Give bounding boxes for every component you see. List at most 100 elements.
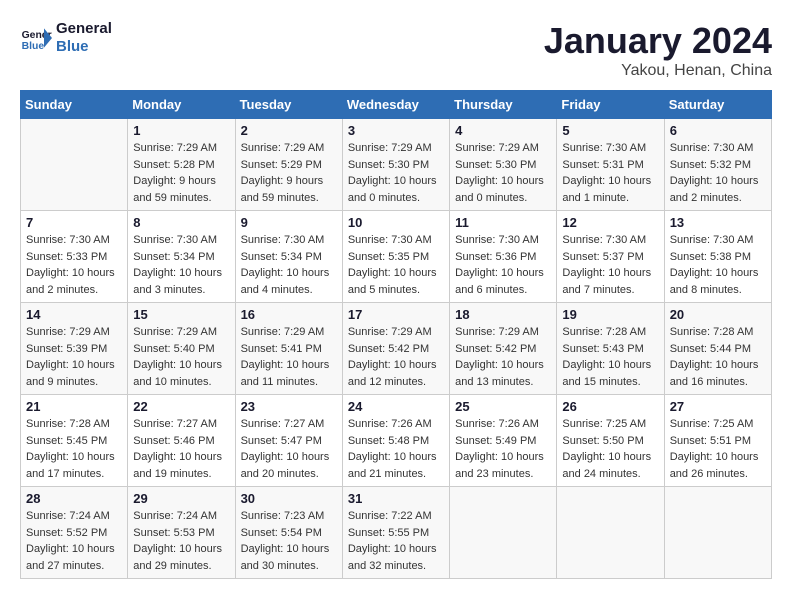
day-info: Sunrise: 7:23 AM Sunset: 5:54 PM Dayligh… <box>241 508 337 574</box>
day-info: Sunrise: 7:30 AM Sunset: 5:34 PM Dayligh… <box>241 232 337 298</box>
calendar-cell: 6 Sunrise: 7:30 AM Sunset: 5:32 PM Daylig… <box>664 119 771 211</box>
logo-text-blue: Blue <box>56 38 112 56</box>
subtitle: Yakou, Henan, China <box>544 62 772 80</box>
day-info: Sunrise: 7:29 AM Sunset: 5:30 PM Dayligh… <box>455 140 551 206</box>
day-info: Sunrise: 7:29 AM Sunset: 5:29 PM Dayligh… <box>241 140 337 206</box>
day-number: 4 <box>455 123 551 138</box>
calendar-cell <box>557 487 664 579</box>
day-info: Sunrise: 7:29 AM Sunset: 5:40 PM Dayligh… <box>133 324 229 390</box>
day-number: 16 <box>241 307 337 322</box>
calendar-cell: 12 Sunrise: 7:30 AM Sunset: 5:37 PM Dayli… <box>557 211 664 303</box>
calendar-cell: 17Sunrise: 7:29 AM Sunset: 5:42 PM Dayli… <box>342 303 449 395</box>
week-row-1: 1 Sunrise: 7:29 AM Sunset: 5:28 PM Daylig… <box>21 119 772 211</box>
day-info: Sunrise: 7:24 AM Sunset: 5:53 PM Dayligh… <box>133 508 229 574</box>
day-number: 22 <box>133 399 229 414</box>
day-number: 8 <box>133 215 229 230</box>
day-info: Sunrise: 7:30 AM Sunset: 5:33 PM Dayligh… <box>26 232 122 298</box>
day-number: 28 <box>26 491 122 506</box>
day-number: 20 <box>670 307 766 322</box>
week-row-2: 7 Sunrise: 7:30 AM Sunset: 5:33 PM Daylig… <box>21 211 772 303</box>
day-info: Sunrise: 7:27 AM Sunset: 5:46 PM Dayligh… <box>133 416 229 482</box>
day-number: 24 <box>348 399 444 414</box>
day-info: Sunrise: 7:30 AM Sunset: 5:37 PM Dayligh… <box>562 232 658 298</box>
day-info: Sunrise: 7:30 AM Sunset: 5:38 PM Dayligh… <box>670 232 766 298</box>
day-info: Sunrise: 7:25 AM Sunset: 5:50 PM Dayligh… <box>562 416 658 482</box>
week-row-3: 14 Sunrise: 7:29 AM Sunset: 5:39 PM Dayli… <box>21 303 772 395</box>
day-number: 9 <box>241 215 337 230</box>
day-number: 11 <box>455 215 551 230</box>
day-info: Sunrise: 7:25 AM Sunset: 5:51 PM Dayligh… <box>670 416 766 482</box>
logo-text-general: General <box>56 20 112 38</box>
day-info: Sunrise: 7:30 AM Sunset: 5:34 PM Dayligh… <box>133 232 229 298</box>
day-info: Sunrise: 7:30 AM Sunset: 5:31 PM Dayligh… <box>562 140 658 206</box>
title-block: January 2024 Yakou, Henan, China <box>544 20 772 80</box>
logo: General Blue General Blue <box>20 20 112 56</box>
day-info: Sunrise: 7:30 AM Sunset: 5:32 PM Dayligh… <box>670 140 766 206</box>
calendar-cell: 7 Sunrise: 7:30 AM Sunset: 5:33 PM Daylig… <box>21 211 128 303</box>
day-info: Sunrise: 7:29 AM Sunset: 5:41 PM Dayligh… <box>241 324 337 390</box>
calendar-cell: 24 Sunrise: 7:26 AM Sunset: 5:48 PM Dayli… <box>342 395 449 487</box>
day-info: Sunrise: 7:26 AM Sunset: 5:48 PM Dayligh… <box>348 416 444 482</box>
day-number: 6 <box>670 123 766 138</box>
calendar-cell: 1 Sunrise: 7:29 AM Sunset: 5:28 PM Daylig… <box>128 119 235 211</box>
day-number: 1 <box>133 123 229 138</box>
svg-text:Blue: Blue <box>22 41 45 52</box>
calendar-cell: 10 Sunrise: 7:30 AM Sunset: 5:35 PM Dayli… <box>342 211 449 303</box>
calendar-cell <box>664 487 771 579</box>
day-info: Sunrise: 7:29 AM Sunset: 5:30 PM Dayligh… <box>348 140 444 206</box>
header-thursday: Thursday <box>450 91 557 119</box>
day-info: Sunrise: 7:27 AM Sunset: 5:47 PM Dayligh… <box>241 416 337 482</box>
calendar-cell: 31 Sunrise: 7:22 AM Sunset: 5:55 PM Dayli… <box>342 487 449 579</box>
calendar-cell: 15 Sunrise: 7:29 AM Sunset: 5:40 PM Dayli… <box>128 303 235 395</box>
header-tuesday: Tuesday <box>235 91 342 119</box>
day-number: 3 <box>348 123 444 138</box>
day-number: 21 <box>26 399 122 414</box>
day-number: 15 <box>133 307 229 322</box>
day-number: 30 <box>241 491 337 506</box>
calendar-cell: 14 Sunrise: 7:29 AM Sunset: 5:39 PM Dayli… <box>21 303 128 395</box>
calendar-cell: 16 Sunrise: 7:29 AM Sunset: 5:41 PM Dayli… <box>235 303 342 395</box>
day-info: Sunrise: 7:28 AM Sunset: 5:44 PM Dayligh… <box>670 324 766 390</box>
calendar-cell: 18Sunrise: 7:29 AM Sunset: 5:42 PM Dayli… <box>450 303 557 395</box>
calendar-cell: 11Sunrise: 7:30 AM Sunset: 5:36 PM Dayli… <box>450 211 557 303</box>
day-info: Sunrise: 7:30 AM Sunset: 5:35 PM Dayligh… <box>348 232 444 298</box>
day-number: 12 <box>562 215 658 230</box>
logo-icon: General Blue <box>20 22 52 54</box>
page-header: General Blue General Blue January 2024 Y… <box>20 20 772 80</box>
header-wednesday: Wednesday <box>342 91 449 119</box>
calendar-cell: 25Sunrise: 7:26 AM Sunset: 5:49 PM Dayli… <box>450 395 557 487</box>
day-info: Sunrise: 7:26 AM Sunset: 5:49 PM Dayligh… <box>455 416 551 482</box>
calendar-cell: 23Sunrise: 7:27 AM Sunset: 5:47 PM Dayli… <box>235 395 342 487</box>
day-number: 13 <box>670 215 766 230</box>
day-number: 10 <box>348 215 444 230</box>
calendar-cell: 2 Sunrise: 7:29 AM Sunset: 5:29 PM Daylig… <box>235 119 342 211</box>
week-row-5: 28 Sunrise: 7:24 AM Sunset: 5:52 PM Dayli… <box>21 487 772 579</box>
day-number: 2 <box>241 123 337 138</box>
day-info: Sunrise: 7:29 AM Sunset: 5:28 PM Dayligh… <box>133 140 229 206</box>
header-monday: Monday <box>128 91 235 119</box>
calendar-cell: 9 Sunrise: 7:30 AM Sunset: 5:34 PM Daylig… <box>235 211 342 303</box>
main-title: January 2024 <box>544 20 772 62</box>
day-info: Sunrise: 7:29 AM Sunset: 5:39 PM Dayligh… <box>26 324 122 390</box>
day-number: 7 <box>26 215 122 230</box>
day-info: Sunrise: 7:28 AM Sunset: 5:43 PM Dayligh… <box>562 324 658 390</box>
calendar-cell: 19Sunrise: 7:28 AM Sunset: 5:43 PM Dayli… <box>557 303 664 395</box>
calendar-table: SundayMondayTuesdayWednesdayThursdayFrid… <box>20 90 772 579</box>
calendar-cell: 27Sunrise: 7:25 AM Sunset: 5:51 PM Dayli… <box>664 395 771 487</box>
calendar-cell: 8 Sunrise: 7:30 AM Sunset: 5:34 PM Daylig… <box>128 211 235 303</box>
calendar-cell: 29Sunrise: 7:24 AM Sunset: 5:53 PM Dayli… <box>128 487 235 579</box>
calendar-header-row: SundayMondayTuesdayWednesdayThursdayFrid… <box>21 91 772 119</box>
day-number: 14 <box>26 307 122 322</box>
header-friday: Friday <box>557 91 664 119</box>
day-number: 26 <box>562 399 658 414</box>
calendar-cell: 30 Sunrise: 7:23 AM Sunset: 5:54 PM Dayli… <box>235 487 342 579</box>
calendar-cell <box>21 119 128 211</box>
calendar-cell: 20 Sunrise: 7:28 AM Sunset: 5:44 PM Dayli… <box>664 303 771 395</box>
day-info: Sunrise: 7:24 AM Sunset: 5:52 PM Dayligh… <box>26 508 122 574</box>
day-number: 5 <box>562 123 658 138</box>
calendar-cell <box>450 487 557 579</box>
calendar-cell: 26 Sunrise: 7:25 AM Sunset: 5:50 PM Dayli… <box>557 395 664 487</box>
day-number: 17 <box>348 307 444 322</box>
day-info: Sunrise: 7:22 AM Sunset: 5:55 PM Dayligh… <box>348 508 444 574</box>
day-number: 31 <box>348 491 444 506</box>
